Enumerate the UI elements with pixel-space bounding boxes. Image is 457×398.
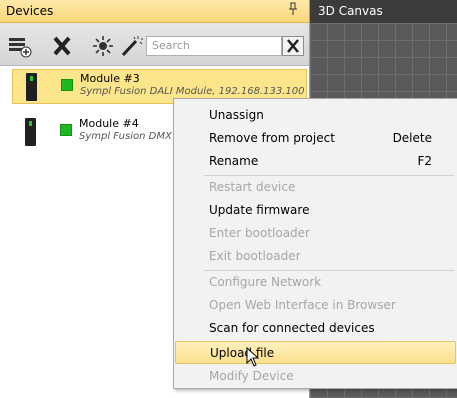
device-thumbnail-icon [25,118,36,146]
menu-item-label: Update firmware [209,203,310,217]
devices-panel-header: Devices [0,0,309,23]
menu-item-label: Remove from project [209,131,335,145]
menu-item-label: Open Web Interface in Browser [209,298,396,312]
menu-item-shortcut: Delete [392,131,432,145]
mouse-pointer-icon [246,346,260,370]
menu-item-update-firmware[interactable]: Update firmware [175,199,456,222]
identify-light-icon[interactable] [92,36,114,56]
menu-item-rename[interactable]: Rename F2 [175,150,456,173]
search-input[interactable]: Search [146,36,282,56]
menu-item-label: Upload file [210,346,275,360]
menu-item-remove-from-project[interactable]: Remove from project Delete [175,127,456,150]
device-thumbnail-icon [26,73,37,101]
canvas-title: 3D Canvas [318,4,383,18]
device-status-indicator [60,124,72,136]
menu-item-label: Rename [209,154,259,168]
menu-item-label: Enter bootloader [209,226,310,240]
canvas-header: 3D Canvas [310,0,457,23]
add-device-icon[interactable] [8,36,32,58]
magic-wand-icon[interactable] [121,36,143,56]
device-status-indicator [61,79,73,91]
device-context-menu: Unassign Remove from project Delete Rena… [173,98,457,389]
panel-title: Devices [6,4,54,18]
menu-item-label: Modify Device [209,369,294,383]
menu-item-configure-network[interactable]: Configure Network [175,271,456,294]
menu-item-scan-connected-devices[interactable]: Scan for connected devices [175,317,456,340]
device-name: Module #4 [79,117,139,130]
menu-item-label: Scan for connected devices [209,321,375,335]
menu-item-label: Exit bootloader [209,249,301,263]
device-subtitle: Sympl Fusion DMX [79,131,172,142]
menu-item-shortcut: F2 [417,154,432,168]
device-name: Module #3 [80,72,140,85]
menu-item-label: Configure Network [209,275,322,289]
menu-item-restart-device[interactable]: Restart device [175,176,456,199]
pin-icon[interactable] [288,2,298,19]
device-subtitle: Sympl Fusion DALI Module, 192.168.133.10… [80,86,305,97]
menu-item-label: Restart device [209,180,296,194]
menu-item-unassign[interactable]: Unassign [175,104,456,127]
menu-item-exit-bootloader[interactable]: Exit bootloader [175,245,456,268]
menu-item-open-web-interface[interactable]: Open Web Interface in Browser [175,294,456,317]
menu-item-label: Unassign [209,108,264,122]
devices-toolbar: Search [0,23,309,66]
menu-item-enter-bootloader[interactable]: Enter bootloader [175,222,456,245]
remove-device-icon[interactable] [52,36,74,56]
clear-search-icon[interactable] [282,36,304,56]
menu-item-modify-device[interactable]: Modify Device [175,365,456,388]
menu-item-upload-file[interactable]: Upload file [175,341,456,364]
